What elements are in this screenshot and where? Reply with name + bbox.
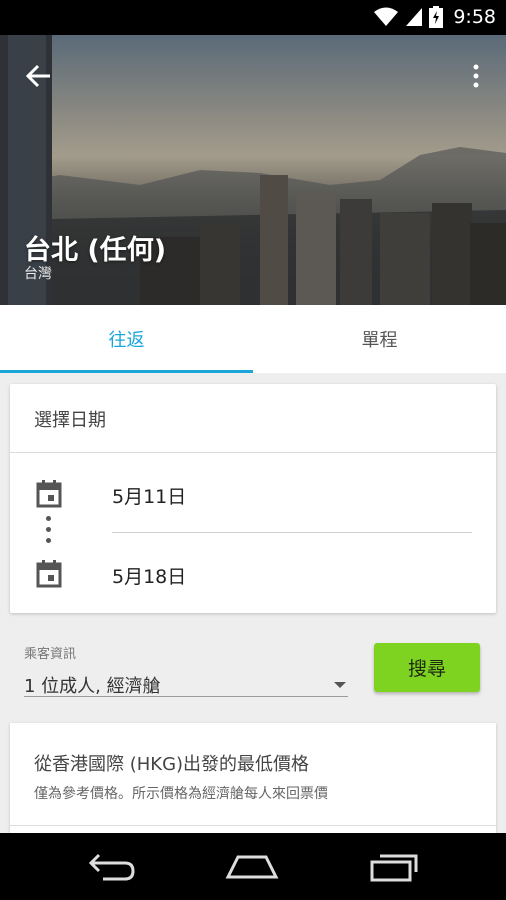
date-card-title: 選擇日期 [34,410,106,431]
date-selection-card: 選擇日期 5月11日 5月18日 [10,384,496,613]
tab-one-way[interactable]: 單程 [253,305,506,373]
search-button[interactable]: 搜尋 [374,643,480,692]
lowest-price-card: 從香港國際 (HKG)出發的最低價格 僅為參考價格。所示價格為經濟艙每人來回票價 [10,723,496,833]
wifi-icon [374,7,399,26]
return-date[interactable]: 5月18日 [112,562,186,589]
date-range-dots [46,516,52,549]
more-vertical-icon [473,64,479,88]
destination-title: 台北 (任何) [24,235,167,266]
system-nav-bar [0,833,506,900]
passenger-value: 1 位成人, 經濟艙 [24,676,161,697]
status-icons: 9:58 [373,6,496,28]
recents-nav-icon [370,854,418,882]
price-card-title: 從香港國際 (HKG)出發的最低價格 [34,754,310,775]
divider [112,532,472,533]
back-nav-icon [88,853,135,881]
arrow-left-icon [26,64,50,88]
dropdown-arrow-icon [334,682,346,688]
passenger-info-label: 乘客資訊 [24,647,77,662]
depart-date[interactable]: 5月11日 [112,482,186,509]
signal-icon [406,8,423,26]
destination-country: 台灣 [24,266,52,282]
destination-hero: 台北 (任何) 台灣 [0,35,506,305]
status-bar: 9:58 [0,0,506,35]
status-time: 9:58 [453,6,496,28]
calendar-icon [36,480,62,508]
tab-round-trip[interactable]: 往返 [0,305,253,373]
price-card-subtitle: 僅為參考價格。所示價格為經濟艙每人來回票價 [34,786,328,802]
divider [10,825,496,826]
calendar-icon [36,560,62,588]
trip-type-tabs: 往返 單程 [0,305,506,373]
nav-home-button[interactable] [222,847,282,885]
battery-charging-icon [429,6,444,28]
divider [10,452,496,453]
home-nav-icon [225,855,279,879]
nav-back-button[interactable] [82,847,142,885]
nav-recents-button[interactable] [364,847,424,885]
passenger-select[interactable]: 1 位成人, 經濟艙 [24,672,348,697]
more-options-button[interactable] [466,59,486,93]
back-button[interactable] [22,59,56,93]
